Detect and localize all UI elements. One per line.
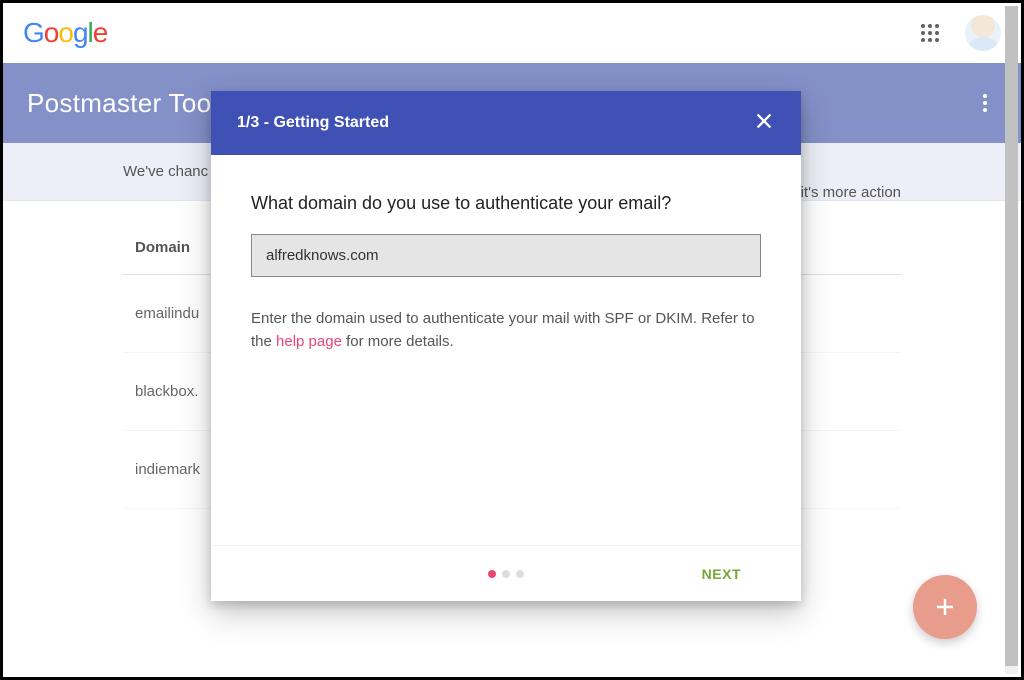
modal-backdrop: 1/3 - Getting Started What domain do you… [3, 3, 1021, 677]
modal-footer: NEXT [211, 545, 801, 601]
close-icon [753, 110, 775, 132]
helper-after: for more details. [342, 333, 454, 350]
step-dot-1 [488, 570, 496, 578]
step-dot-3 [516, 570, 524, 578]
step-dots [488, 570, 524, 578]
getting-started-modal: 1/3 - Getting Started What domain do you… [211, 91, 801, 601]
modal-header: 1/3 - Getting Started [211, 91, 801, 155]
modal-body: What domain do you use to authenticate y… [211, 155, 801, 545]
modal-question: What domain do you use to authenticate y… [251, 193, 761, 214]
next-button[interactable]: NEXT [702, 566, 741, 582]
domain-input[interactable] [251, 234, 761, 277]
modal-step-label: 1/3 - Getting Started [237, 114, 389, 132]
help-page-link[interactable]: help page [276, 333, 342, 350]
helper-text: Enter the domain used to authenticate yo… [251, 307, 761, 354]
close-button[interactable] [753, 110, 775, 137]
step-dot-2 [502, 570, 510, 578]
